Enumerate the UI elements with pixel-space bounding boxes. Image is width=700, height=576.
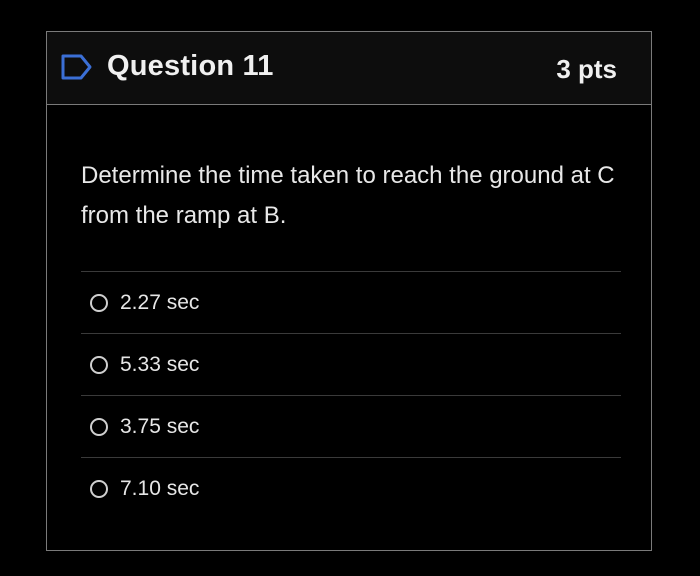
radio-button[interactable]	[90, 479, 108, 498]
radio-button[interactable]	[90, 417, 108, 436]
answer-label: 7.10 sec	[120, 476, 200, 500]
question-header: Question 11 3 pts	[47, 32, 651, 105]
flag-icon[interactable]	[61, 54, 93, 80]
answer-option[interactable]: 3.75 sec	[81, 395, 621, 457]
answer-option[interactable]: 5.33 sec	[81, 333, 621, 395]
question-card: Question 11 3 pts Determine the time tak…	[46, 31, 652, 551]
radio-button[interactable]	[90, 293, 108, 312]
answer-option[interactable]: 2.27 sec	[81, 271, 621, 333]
radio-button[interactable]	[90, 355, 108, 374]
question-text: Determine the time taken to reach the gr…	[81, 162, 615, 229]
answer-option[interactable]: 7.10 sec	[81, 457, 621, 519]
question-title: Question 11	[107, 50, 274, 82]
answer-label: 5.33 sec	[120, 352, 200, 376]
answer-list: 2.27 sec 5.33 sec 3.75 sec 7.10 sec	[81, 271, 621, 519]
question-points: 3 pts	[556, 54, 617, 84]
answer-label: 2.27 sec	[120, 290, 200, 314]
answer-label: 3.75 sec	[120, 414, 200, 438]
